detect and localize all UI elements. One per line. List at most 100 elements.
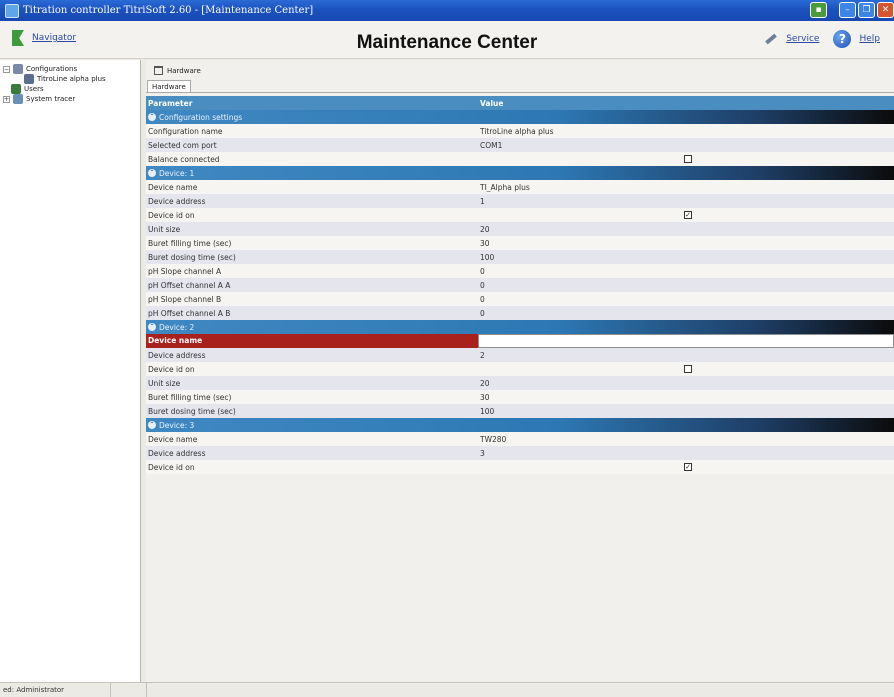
table-row[interactable]: Device address 3 — [146, 446, 894, 460]
breadcrumb[interactable]: Hardware — [154, 66, 201, 75]
section-title: Device: 2 — [159, 322, 195, 332]
table-row[interactable]: Unit size 20 — [146, 376, 894, 390]
parameter-value[interactable]: 20 — [478, 379, 894, 388]
tree-item-users[interactable]: Users — [11, 84, 44, 94]
breadcrumb-label: Hardware — [167, 66, 201, 75]
collapse-section-icon[interactable]: ⌃ — [148, 169, 156, 177]
parameter-value[interactable]: 20 — [478, 225, 894, 234]
table-row[interactable]: Selected com port COM1 — [146, 138, 894, 152]
tracer-icon — [13, 94, 23, 104]
parameter-name: Buret filling time (sec) — [148, 238, 232, 248]
checkbox-unchecked[interactable] — [684, 155, 692, 163]
column-header-value[interactable]: Value — [478, 99, 894, 108]
parameter-value[interactable]: 0 — [478, 267, 894, 276]
minimize-button[interactable]: – — [839, 2, 856, 18]
window-title: Titration controller TitriSoft 2.60 - [M… — [23, 5, 314, 16]
service-wrench-icon[interactable] — [762, 31, 778, 47]
table-row[interactable]: Buret filling time (sec) 30 — [146, 390, 894, 404]
section-header[interactable]: ⌃ Device: 3 — [146, 418, 894, 432]
table-row[interactable]: Buret filling time (sec) 30 — [146, 236, 894, 250]
tree-item-titroline[interactable]: TitroLine alpha plus — [24, 74, 106, 84]
status-panel — [111, 682, 147, 697]
section-title: Device: 1 — [159, 168, 195, 178]
table-row[interactable]: Device id on ✓ — [146, 460, 894, 474]
section-header[interactable]: ⌃ Device: 1 — [146, 166, 894, 180]
app-icon — [5, 3, 19, 18]
parameter-name: pH Offset channel A A — [148, 280, 231, 290]
parameter-value[interactable]: 30 — [478, 393, 894, 402]
parameter-name: Device name — [148, 434, 198, 444]
parameter-value[interactable]: 3 — [478, 449, 894, 458]
section-header[interactable]: ⌃ Configuration settings — [146, 110, 894, 124]
collapse-section-icon[interactable]: ⌃ — [148, 323, 156, 331]
checkbox-checked[interactable]: ✓ — [684, 211, 692, 219]
service-link[interactable]: Service — [786, 34, 819, 44]
parameter-name: Device id on — [148, 462, 195, 472]
checkbox-checked[interactable]: ✓ — [684, 463, 692, 471]
title-bar: Titration controller TitriSoft 2.60 - [M… — [0, 0, 894, 21]
tab-divider — [146, 92, 894, 93]
maintenance-content: Hardware Hardware Parameter Value ⌃ Confi… — [146, 60, 894, 682]
tree-item-configurations[interactable]: − Configurations — [3, 64, 77, 74]
table-row[interactable]: Device name TW280 — [146, 432, 894, 446]
table-row[interactable]: Device name — [146, 334, 894, 348]
parameter-value[interactable]: 0 — [478, 295, 894, 304]
parameter-value[interactable]: 30 — [478, 239, 894, 248]
table-row[interactable]: Device name TI_Alpha plus — [146, 180, 894, 194]
column-header-parameter[interactable]: Parameter — [146, 99, 478, 108]
table-row[interactable]: pH Offset channel A B 0 — [146, 306, 894, 320]
tree-item-system-tracer[interactable]: + System tracer — [3, 94, 75, 104]
users-icon — [11, 84, 21, 94]
parameter-value[interactable]: TI_Alpha plus — [478, 183, 894, 192]
table-row[interactable]: pH Slope channel A 0 — [146, 264, 894, 278]
parameter-name: Balance connected — [148, 154, 220, 164]
header-bar: Navigator Maintenance Center Service ? H… — [0, 21, 894, 59]
table-row[interactable]: Device address 1 — [146, 194, 894, 208]
table-row[interactable]: Unit size 20 — [146, 222, 894, 236]
tree-item-label: Configurations — [26, 65, 78, 73]
parameter-value[interactable]: 2 — [478, 351, 894, 360]
table-row[interactable]: Buret dosing time (sec) 100 — [146, 404, 894, 418]
parameter-value[interactable]: TW280 — [478, 435, 894, 444]
navigator-tree: − Configurations TitroLine alpha plus Us… — [0, 60, 141, 682]
parameter-value[interactable]: 0 — [478, 309, 894, 318]
parameter-name: pH Offset channel A B — [148, 308, 231, 318]
table-row[interactable]: Device id on ✓ — [146, 208, 894, 222]
parameter-name: Buret filling time (sec) — [148, 392, 232, 402]
collapse-icon[interactable]: − — [3, 65, 10, 73]
parameter-value[interactable]: COM1 — [478, 141, 894, 150]
collapse-section-icon[interactable]: ⌃ — [148, 421, 156, 429]
table-row[interactable]: Configuration name TitroLine alpha plus — [146, 124, 894, 138]
help-icon[interactable]: ? — [833, 30, 852, 48]
table-row[interactable]: pH Slope channel B 0 — [146, 292, 894, 306]
close-button[interactable]: ✕ — [877, 2, 894, 18]
parameter-value[interactable]: 0 — [478, 281, 894, 290]
tray-icon[interactable]: ▪ — [810, 2, 827, 18]
collapse-section-icon[interactable]: ⌃ — [148, 113, 156, 121]
table-row[interactable]: Balance connected — [146, 152, 894, 166]
section-title: Configuration settings — [159, 112, 243, 122]
table-row[interactable]: pH Offset channel A A 0 — [146, 278, 894, 292]
parameter-name: Device address — [148, 448, 206, 458]
checkbox-unchecked[interactable] — [684, 365, 692, 373]
expand-icon[interactable]: + — [3, 95, 10, 103]
parameter-value[interactable]: TitroLine alpha plus — [478, 127, 894, 136]
parameter-value[interactable]: 1 — [478, 197, 894, 206]
page-title: Maintenance Center — [356, 32, 538, 53]
parameter-name: Device name — [146, 334, 478, 348]
section-header[interactable]: ⌃ Device: 2 — [146, 320, 894, 334]
restore-button[interactable]: ❐ — [858, 2, 875, 18]
parameter-name: Unit size — [148, 378, 181, 388]
parameter-value-input[interactable] — [478, 334, 894, 348]
parameter-name: Buret dosing time (sec) — [148, 252, 236, 262]
parameter-name: Device id on — [148, 210, 195, 220]
parameter-name: Device name — [148, 182, 198, 192]
table-row[interactable]: Buret dosing time (sec) 100 — [146, 250, 894, 264]
parameter-value[interactable]: 100 — [478, 407, 894, 416]
parameter-value[interactable]: 100 — [478, 253, 894, 262]
table-row[interactable]: Device id on — [146, 362, 894, 376]
table-row[interactable]: Device address 2 — [146, 348, 894, 362]
help-link[interactable]: Help — [859, 34, 880, 44]
section-title: Device: 3 — [159, 420, 195, 430]
parameter-name: Configuration name — [148, 126, 223, 136]
